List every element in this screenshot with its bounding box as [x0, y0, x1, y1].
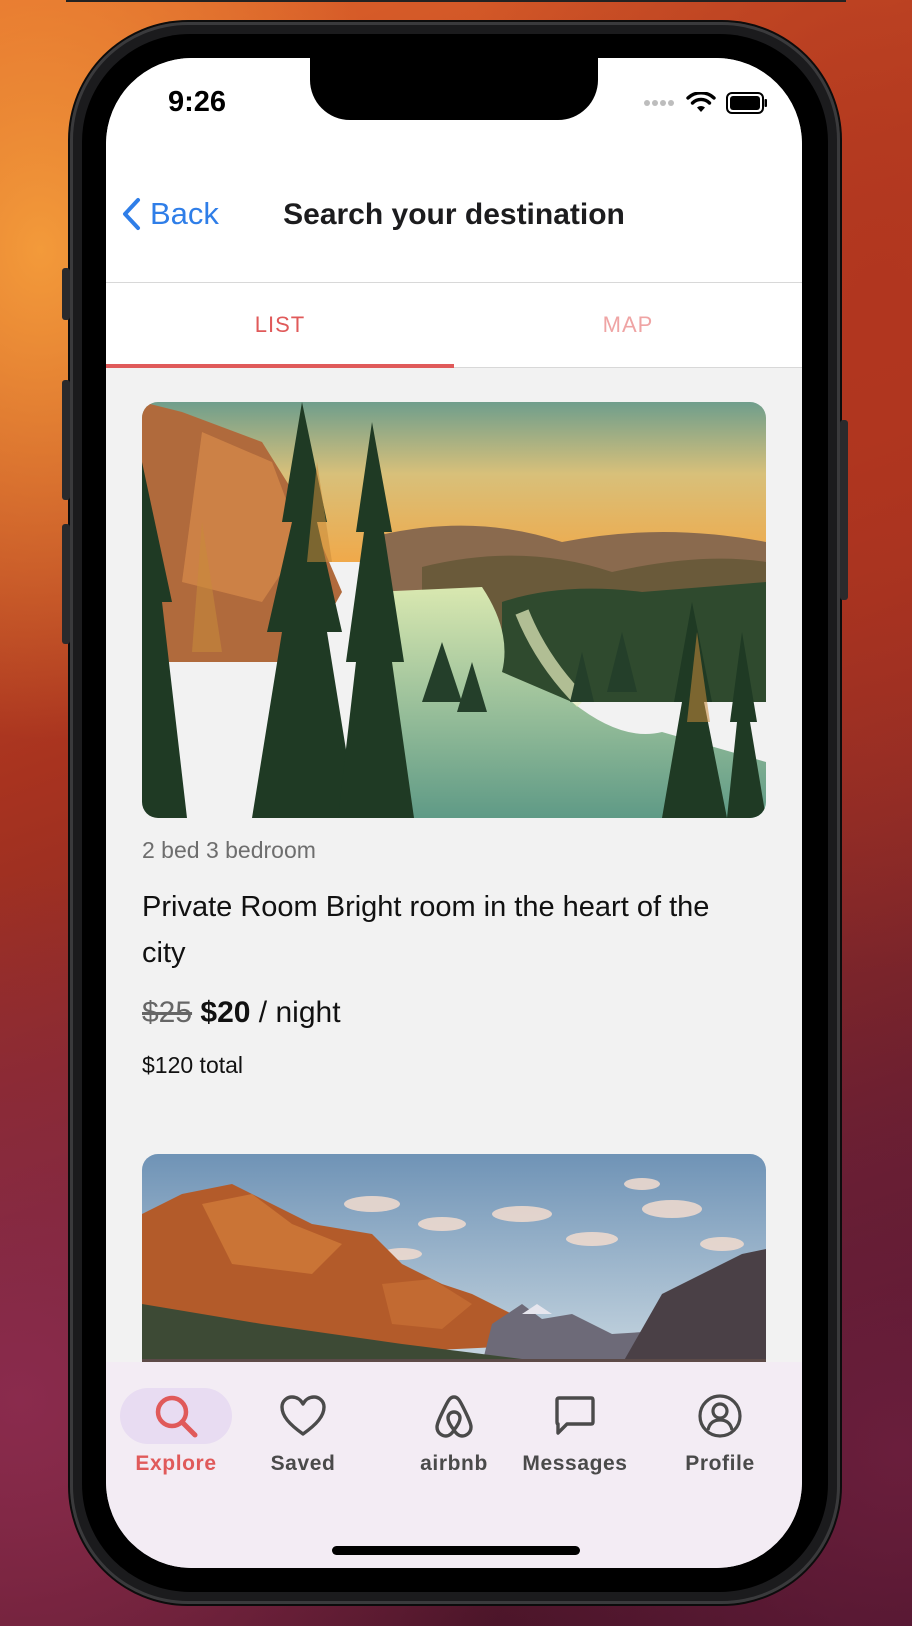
saved-icon-wrap [247, 1388, 359, 1444]
messages-icon-wrap [519, 1388, 631, 1444]
tab-explore[interactable]: Explore [106, 1388, 246, 1476]
tab-profile-label: Profile [685, 1452, 755, 1475]
tab-airbnb-label: airbnb [420, 1452, 488, 1475]
app-screen: 9:26 Back Search your destination LIST M… [106, 58, 802, 1568]
cellular-signal-icon [644, 100, 674, 106]
tab-indicator [106, 364, 454, 368]
tab-map-label: MAP [602, 312, 654, 337]
page-title: Search your destination [283, 198, 625, 231]
price-unit: / night [250, 996, 341, 1029]
tab-list-label: LIST [254, 312, 306, 337]
tab-profile[interactable]: Profile [650, 1388, 790, 1476]
volume-down-button [62, 524, 70, 644]
tab-saved[interactable]: Saved [233, 1388, 373, 1476]
listing-title[interactable]: Private Room Bright room in the heart of… [142, 884, 742, 976]
status-icons [644, 92, 768, 114]
heart-icon [280, 1395, 326, 1436]
search-icon [155, 1395, 198, 1438]
power-button [840, 420, 848, 600]
status-time: 9:26 [168, 86, 227, 118]
view-tabs: LIST MAP [106, 283, 802, 368]
mute-switch [62, 268, 70, 320]
listing-total: $120 total [142, 1052, 244, 1078]
landscape-photo-lake [142, 402, 766, 818]
tab-messages[interactable]: Messages [502, 1388, 648, 1476]
discounted-price: $20 [200, 996, 251, 1029]
listing-photo[interactable] [142, 402, 766, 818]
original-price: $25 [142, 996, 193, 1029]
tab-map[interactable]: MAP [454, 283, 802, 367]
tab-messages-label: Messages [522, 1452, 628, 1475]
explore-icon-pill [120, 1388, 232, 1444]
airbnb-icon-wrap [398, 1388, 510, 1444]
listing-price: $25 $20 / night [142, 996, 341, 1030]
wifi-icon [686, 92, 716, 112]
notch [310, 58, 598, 120]
profile-icon-wrap [664, 1388, 776, 1444]
airbnb-logo-icon [435, 1395, 473, 1438]
volume-up-button [62, 380, 70, 500]
wallpaper-edge [66, 0, 846, 2]
tab-saved-label: Saved [270, 1452, 336, 1475]
battery-icon [726, 92, 767, 114]
profile-icon [698, 1394, 742, 1438]
message-icon [555, 1396, 595, 1435]
tab-list[interactable]: LIST [106, 283, 454, 368]
listing-meta: 2 bed 3 bedroom [142, 837, 316, 863]
tab-explore-label: Explore [135, 1452, 217, 1475]
home-indicator[interactable] [332, 1546, 580, 1555]
